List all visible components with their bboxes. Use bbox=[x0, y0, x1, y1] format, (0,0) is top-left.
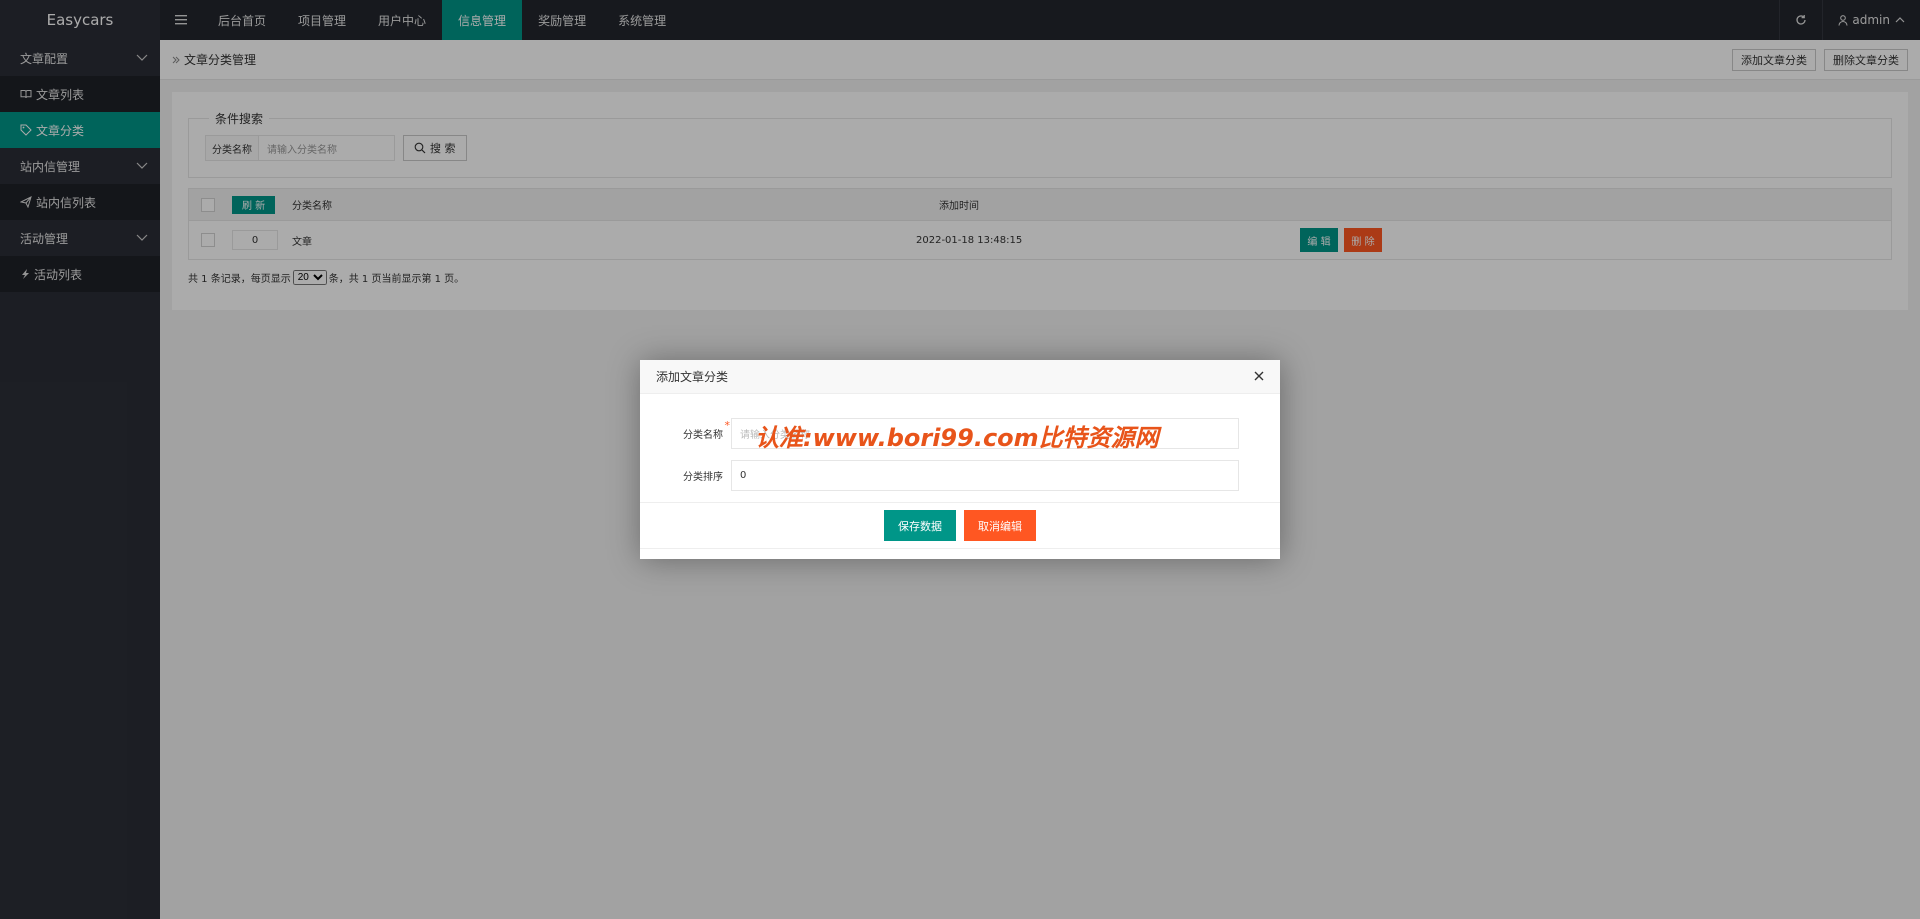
category-sort-input[interactable]: 0 bbox=[731, 460, 1239, 491]
name-label: 分类名称 * bbox=[640, 419, 731, 441]
required-mark: * bbox=[724, 419, 731, 432]
sort-label: 分类排序 bbox=[683, 472, 723, 483]
save-button[interactable]: 保存数据 bbox=[884, 510, 956, 541]
close-icon[interactable] bbox=[1252, 369, 1266, 383]
watermark: 认准:www.bori99.com比特资源网 bbox=[755, 424, 1159, 452]
modal-header: 添加文章分类 bbox=[640, 360, 1280, 394]
cancel-button[interactable]: 取消编辑 bbox=[964, 510, 1036, 541]
form-row-sort: 分类排序 0 bbox=[640, 460, 1239, 491]
add-category-modal: 添加文章分类 分类名称 * 请输入分类名称 分类排序 0 保存数据 取消编辑 bbox=[640, 360, 1280, 559]
modal-footer: 保存数据 取消编辑 bbox=[640, 502, 1280, 549]
modal-title: 添加文章分类 bbox=[656, 370, 729, 384]
name-label-text: 分类名称 bbox=[683, 430, 723, 441]
